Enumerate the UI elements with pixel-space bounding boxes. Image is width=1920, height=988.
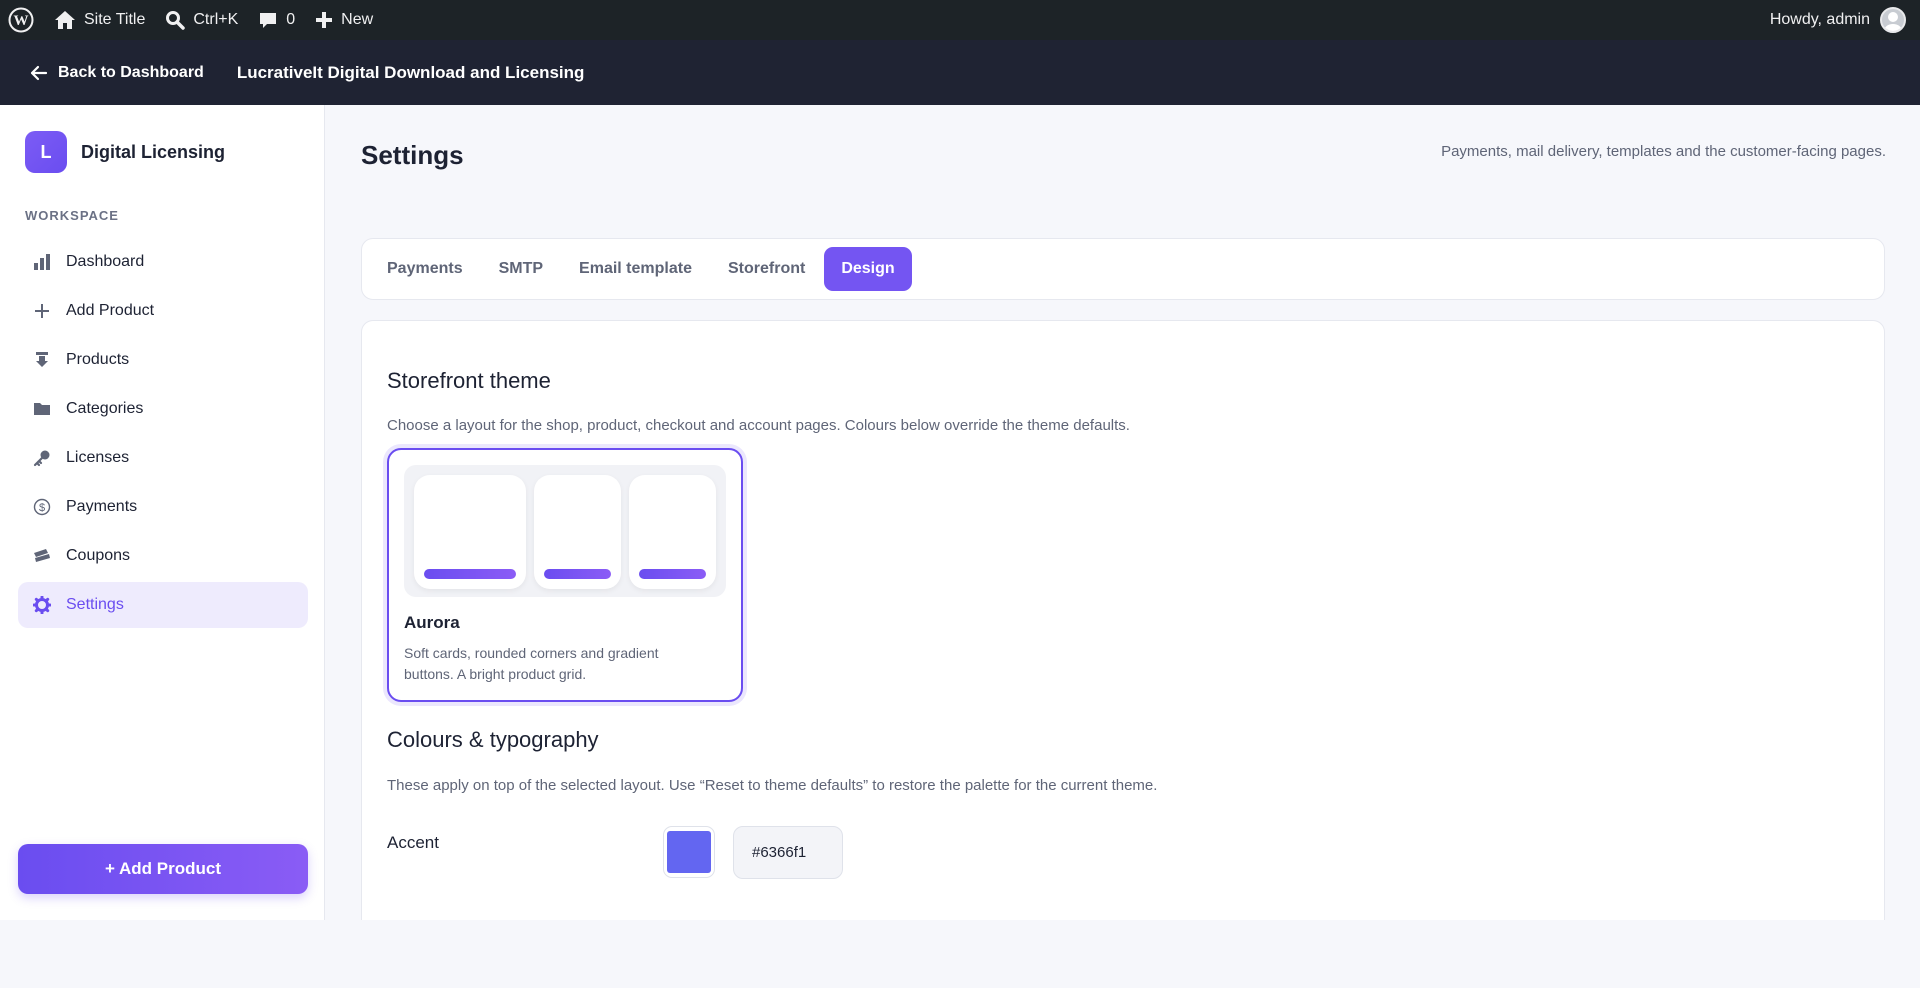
- preview-card: [534, 475, 621, 589]
- sidebar: L Digital Licensing WORKSPACE Dashboard …: [0, 105, 325, 920]
- storefront-theme-desc: Choose a layout for the shop, product, c…: [387, 417, 1130, 434]
- svg-text:$: $: [39, 502, 45, 514]
- back-label: Back to Dashboard: [58, 63, 204, 81]
- colours-typography-desc: These apply on top of the selected layou…: [387, 777, 1158, 794]
- account-menu[interactable]: Howdy, admin: [1770, 0, 1906, 40]
- sidebar-item-dashboard[interactable]: Dashboard: [18, 239, 308, 285]
- wordpress-logo-icon[interactable]: W: [0, 0, 44, 40]
- back-to-dashboard-link[interactable]: Back to Dashboard: [0, 64, 204, 82]
- sidebar-item-add-product[interactable]: Add Product: [18, 288, 308, 334]
- svg-text:W: W: [14, 13, 29, 29]
- add-product-button[interactable]: + Add Product: [18, 844, 308, 894]
- site-title: Site Title: [84, 11, 146, 28]
- sidebar-item-products[interactable]: Products: [18, 337, 308, 383]
- accent-swatch: [667, 831, 711, 873]
- plugin-title: LucrativeIt Digital Download and Licensi…: [236, 62, 585, 82]
- site-title-link[interactable]: Site Title: [44, 0, 155, 40]
- sidebar-item-label: Products: [66, 351, 130, 368]
- comment-icon: [260, 13, 277, 28]
- sidebar-item-coupons[interactable]: Coupons: [18, 533, 308, 579]
- key-icon: [32, 448, 52, 468]
- workspace-label: WORKSPACE: [25, 208, 119, 223]
- plus-icon: [316, 12, 333, 28]
- accent-label: Accent: [387, 833, 439, 852]
- sidebar-item-categories[interactable]: Categories: [18, 386, 308, 432]
- plugin-header: Back to Dashboard LucrativeIt Digital Do…: [0, 40, 1920, 105]
- theme-name: Aurora: [404, 613, 460, 632]
- sidebar-item-label: Categories: [66, 400, 144, 417]
- brand-name: Digital Licensing: [81, 141, 226, 162]
- dollar-icon: $: [32, 497, 52, 517]
- sidebar-item-settings[interactable]: Settings: [18, 582, 308, 628]
- howdy-text: Howdy, admin: [1769, 11, 1870, 28]
- settings-tabs: Payments SMTP Email template Storefront …: [361, 238, 1885, 300]
- sidebar-nav: Dashboard Add Product Products Categorie…: [18, 239, 308, 631]
- page-title: Settings: [361, 140, 464, 170]
- accent-color-picker[interactable]: [663, 826, 715, 878]
- tab-payments[interactable]: Payments: [370, 247, 480, 291]
- preview-card: [629, 475, 716, 589]
- accent-hex-input[interactable]: [733, 826, 843, 879]
- comments-count: 0: [286, 11, 296, 28]
- page-subtitle: Payments, mail delivery, templates and t…: [1441, 143, 1886, 160]
- comments-link[interactable]: 0: [248, 0, 305, 40]
- sidebar-item-label: Dashboard: [66, 253, 145, 270]
- sidebar-item-label: Add Product: [66, 302, 155, 319]
- design-settings-card: Storefront theme Choose a layout for the…: [361, 320, 1885, 920]
- folder-icon: [32, 399, 52, 419]
- new-content-link[interactable]: New: [305, 0, 383, 40]
- tab-email-template[interactable]: Email template: [562, 247, 709, 291]
- new-label: New: [341, 11, 374, 28]
- theme-desc: Soft cards, rounded corners and gradient…: [404, 645, 659, 682]
- search-icon: [166, 11, 186, 30]
- sidebar-item-payments[interactable]: $ Payments: [18, 484, 308, 530]
- tab-smtp[interactable]: SMTP: [482, 247, 560, 291]
- tab-design[interactable]: Design: [824, 247, 912, 291]
- sidebar-item-label: Licenses: [66, 449, 130, 466]
- search-shortcut[interactable]: Ctrl+K: [155, 0, 248, 40]
- sidebar-item-label: Coupons: [66, 547, 131, 564]
- tab-storefront[interactable]: Storefront: [711, 247, 822, 291]
- plus-icon: [32, 301, 52, 321]
- theme-preview: [404, 465, 726, 597]
- wp-admin-bar: W Site Title Ctrl+K 0 New Howdy, admin: [0, 0, 1920, 40]
- bar-chart-icon: [32, 252, 52, 272]
- search-shortcut-label: Ctrl+K: [193, 11, 239, 28]
- home-icon: [55, 11, 75, 29]
- sidebar-item-label: Settings: [66, 596, 124, 613]
- theme-option-aurora[interactable]: Aurora Soft cards, rounded corners and g…: [387, 448, 743, 702]
- avatar: [1880, 7, 1906, 33]
- colours-typography-title: Colours & typography: [387, 727, 599, 752]
- download-icon: [32, 350, 52, 370]
- brand-logo: L: [25, 131, 67, 173]
- ticket-icon: [32, 546, 52, 566]
- sidebar-item-label: Payments: [66, 498, 138, 515]
- sidebar-item-licenses[interactable]: Licenses: [18, 435, 308, 481]
- storefront-theme-title: Storefront theme: [387, 368, 551, 393]
- gear-icon: [32, 595, 52, 615]
- arrow-left-icon: [30, 65, 48, 80]
- brand: L Digital Licensing: [25, 131, 225, 173]
- preview-card: [414, 475, 526, 589]
